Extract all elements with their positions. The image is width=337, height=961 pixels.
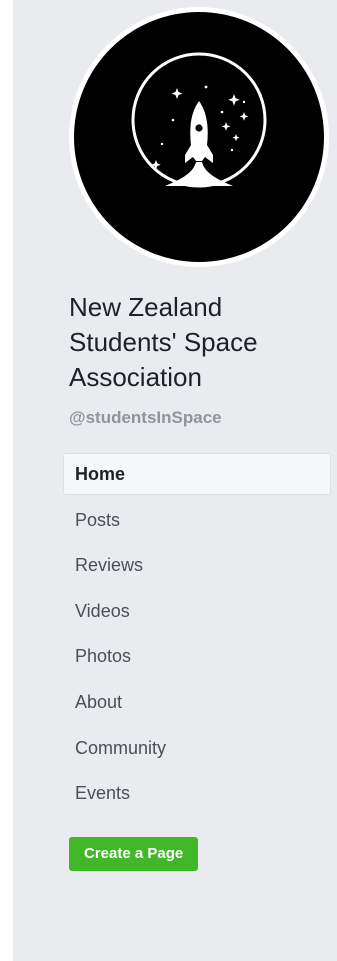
nav-item-about[interactable]: About — [63, 681, 331, 723]
rocket-logo-icon — [74, 12, 324, 262]
nav-item-photos[interactable]: Photos — [63, 635, 331, 677]
page-title[interactable]: New Zealand Students' Space Association — [69, 290, 319, 395]
nav-item-home[interactable]: Home — [63, 453, 331, 495]
page-navigation: Home Posts Reviews Videos Photos About C… — [63, 453, 331, 818]
nav-item-community[interactable]: Community — [63, 727, 331, 769]
nav-item-videos[interactable]: Videos — [63, 590, 331, 632]
nav-item-events[interactable]: Events — [63, 772, 331, 814]
nav-item-posts[interactable]: Posts — [63, 499, 331, 541]
create-page-button[interactable]: Create a Page — [69, 837, 199, 871]
nav-item-reviews[interactable]: Reviews — [63, 544, 331, 586]
profile-picture[interactable] — [69, 7, 329, 267]
page-username[interactable]: @studentsInSpace — [69, 408, 222, 428]
